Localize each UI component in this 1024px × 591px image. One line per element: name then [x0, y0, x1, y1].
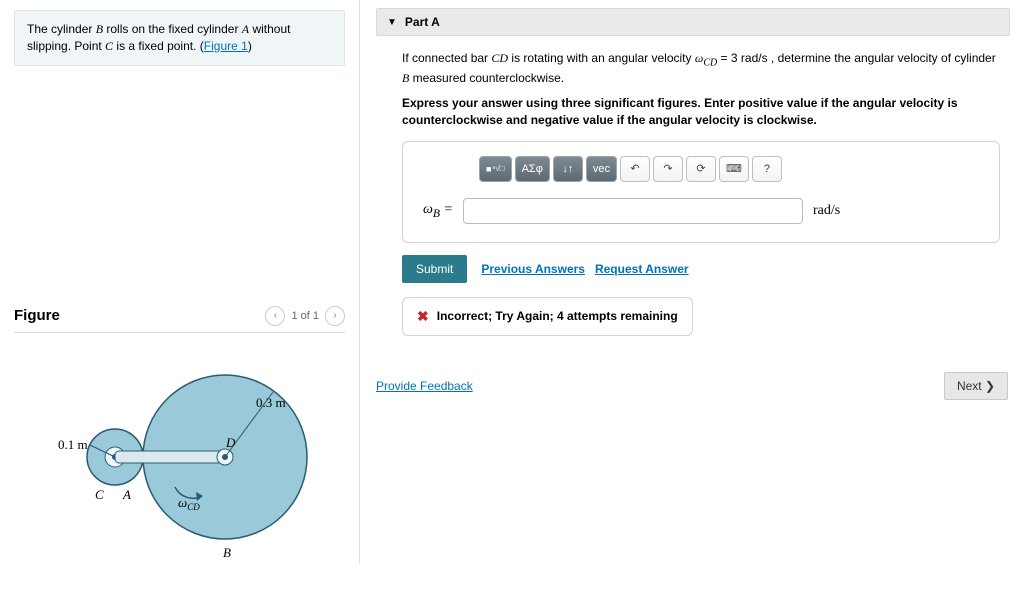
figure-pager: ‹ 1 of 1 ›	[265, 306, 345, 326]
undo-button[interactable]: ↶	[620, 156, 650, 182]
request-answer-link[interactable]: Request Answer	[595, 262, 689, 276]
subscript-button[interactable]: ↓↑	[553, 156, 583, 182]
answer-lhs: ωB =	[423, 202, 453, 220]
svg-text:0.1 m: 0.1 m	[58, 437, 88, 452]
answer-box: ■ⁿ√□ ΑΣφ ↓↑ vec ↶ ↷ ⟳ ⌨ ? ωB = rad/s	[402, 141, 1000, 243]
figure-link[interactable]: Figure 1	[204, 39, 248, 53]
svg-text:D: D	[225, 435, 236, 450]
help-button[interactable]: ?	[752, 156, 782, 182]
part-title: Part A	[405, 15, 440, 29]
figure-title: Figure	[14, 307, 60, 324]
figure-header: Figure ‹ 1 of 1 ›	[14, 306, 345, 333]
question-text: If connected bar CD is rotating with an …	[402, 50, 1000, 87]
equation-toolbar: ■ⁿ√□ ΑΣφ ↓↑ vec ↶ ↷ ⟳ ⌨ ?	[479, 156, 979, 182]
question-instruction: Express your answer using three signific…	[402, 95, 1000, 129]
greek-button[interactable]: ΑΣφ	[515, 156, 550, 182]
previous-answers-link[interactable]: Previous Answers	[481, 262, 585, 276]
reset-button[interactable]: ⟳	[686, 156, 716, 182]
problem-intro: The cylinder B rolls on the fixed cylind…	[14, 10, 345, 66]
feedback-message: Incorrect; Try Again; 4 attempts remaini…	[437, 309, 678, 323]
incorrect-icon: ✖	[417, 308, 429, 325]
next-button[interactable]: Next ❯	[944, 372, 1008, 400]
vector-button[interactable]: vec	[586, 156, 617, 182]
part-bar[interactable]: ▼ Part A	[376, 8, 1010, 36]
svg-text:0.3 m: 0.3 m	[256, 395, 286, 410]
svg-text:C: C	[95, 487, 104, 502]
pager-next-button[interactable]: ›	[325, 306, 345, 326]
keyboard-button[interactable]: ⌨	[719, 156, 749, 182]
answer-unit: rad/s	[813, 203, 840, 219]
svg-text:B: B	[223, 545, 231, 560]
pager-count: 1 of 1	[291, 310, 319, 322]
redo-button[interactable]: ↷	[653, 156, 683, 182]
feedback-box: ✖ Incorrect; Try Again; 4 attempts remai…	[402, 297, 693, 336]
figure-diagram: 0.1 m 0.3 m C A D B ωCD	[14, 333, 345, 553]
submit-button[interactable]: Submit	[402, 255, 467, 283]
answer-input[interactable]	[463, 198, 803, 224]
templates-button[interactable]: ■ⁿ√□	[479, 156, 512, 182]
pager-prev-button[interactable]: ‹	[265, 306, 285, 326]
provide-feedback-link[interactable]: Provide Feedback	[376, 379, 473, 393]
svg-text:A: A	[122, 487, 131, 502]
collapse-caret-icon: ▼	[387, 17, 397, 28]
